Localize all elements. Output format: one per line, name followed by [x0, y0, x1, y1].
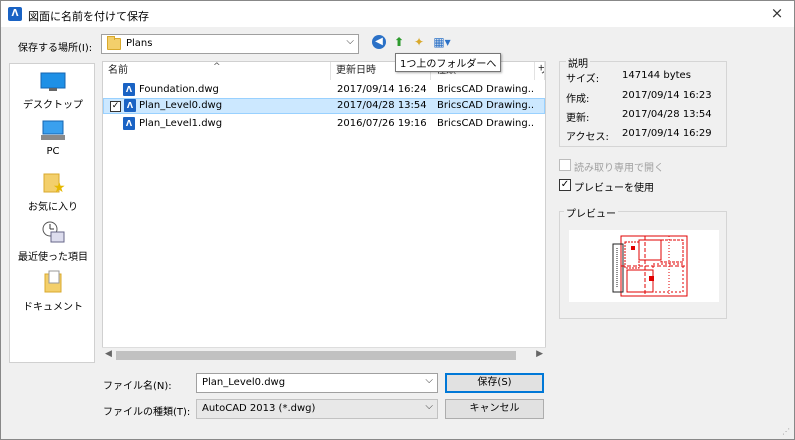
- view-menu-icon[interactable]: ▦▾: [431, 34, 453, 50]
- file-name: Plan_Level1.dwg: [139, 118, 223, 129]
- place-desktop[interactable]: デスクトップ: [10, 72, 96, 111]
- use-preview-label: プレビューを使用: [574, 183, 654, 194]
- up-folder-icon[interactable]: ⬆: [391, 34, 407, 50]
- row-checkbox[interactable]: ✓: [110, 101, 121, 112]
- file-name: Foundation.dwg: [139, 84, 219, 95]
- file-list[interactable]: 名前 ^ 更新日時 種類 サ ᐱ Foundation.dwg 2017/09/…: [102, 61, 546, 363]
- place-favorites[interactable]: ★ お気に入り: [10, 170, 96, 213]
- place-label: お気に入り: [28, 202, 78, 213]
- info-group: 説明 サイズ: 147144 bytes 作成: 2017/09/14 16:2…: [559, 55, 727, 147]
- chevron-down-icon: ⌵: [425, 401, 433, 412]
- modified-label: 更新:: [566, 113, 590, 124]
- file-type: BricsCAD Drawing...: [437, 118, 535, 129]
- place-label: デスクトップ: [23, 100, 83, 111]
- scroll-right-icon[interactable]: ▶: [536, 349, 543, 359]
- size-label: サイズ:: [566, 74, 600, 85]
- chevron-down-icon: ⌵: [346, 36, 354, 47]
- place-documents[interactable]: ドキュメント: [10, 270, 96, 313]
- preview-group: プレビュー: [559, 205, 727, 319]
- file-name: Plan_Level0.dwg: [139, 100, 223, 111]
- tooltip: 1つ上のフォルダーへ: [395, 53, 502, 72]
- dwg-file-icon: ᐱ: [123, 83, 135, 96]
- column-header-label: 名前: [108, 65, 128, 76]
- file-date: 2017/04/28 13:54: [337, 100, 427, 111]
- resize-grip-icon[interactable]: ⋰: [782, 427, 790, 436]
- modified-value: 2017/04/28 13:54: [622, 109, 712, 120]
- location-dropdown[interactable]: Plans ⌵: [101, 34, 359, 54]
- dwg-file-icon: ᐱ: [124, 99, 136, 112]
- filetype-dropdown[interactable]: AutoCAD 2013 (*.dwg) ⌵: [196, 399, 438, 419]
- filename-label: ファイル名(N):: [103, 381, 172, 392]
- dialog-title: 図面に名前を付けて保存: [28, 10, 149, 23]
- place-pc[interactable]: PC: [10, 120, 96, 157]
- filetype-value: AutoCAD 2013 (*.dwg): [202, 403, 316, 414]
- sort-up-icon: ^: [213, 62, 221, 72]
- file-row-selected[interactable]: ✓ ᐱ Plan_Level0.dwg 2017/04/28 13:54 Bri…: [103, 98, 545, 114]
- cancel-button[interactable]: キャンセル: [445, 399, 544, 419]
- file-type: BricsCAD Drawing...: [437, 84, 535, 95]
- close-icon[interactable]: ×: [766, 3, 788, 23]
- readonly-label: 読み取り専用で開く: [574, 163, 664, 174]
- favorites-icon: ★: [43, 173, 66, 194]
- file-row[interactable]: ᐱ Foundation.dwg 2017/09/14 16:24 BricsC…: [103, 82, 545, 98]
- folder-icon: [107, 36, 121, 50]
- filetype-label: ファイルの種類(T):: [103, 407, 191, 418]
- use-preview-checkbox[interactable]: ✓: [559, 179, 571, 191]
- save-button[interactable]: 保存(S): [445, 373, 544, 393]
- scroll-left-icon[interactable]: ◀: [105, 349, 112, 359]
- access-label: アクセス:: [566, 132, 609, 143]
- file-date: 2016/07/26 19:16: [337, 118, 427, 129]
- location-label: 保存する場所(I):: [18, 43, 93, 54]
- readonly-checkbox[interactable]: [559, 159, 571, 171]
- title-bar: ᐱ 図面に名前を付けて保存 ×: [1, 1, 794, 27]
- place-label: 最近使った項目: [18, 252, 88, 263]
- save-drawing-dialog: ᐱ 図面に名前を付けて保存 × 保存する場所(I): Plans ⌵ ◀ ⬆ ✦…: [0, 0, 795, 440]
- horizontal-scrollbar[interactable]: ◀ ▶: [102, 347, 546, 363]
- places-bar: デスクトップ PC ★ お気に入り 最近使った項目 ドキュメント: [9, 63, 95, 363]
- cad-drawing-thumbnail: [612, 235, 688, 297]
- documents-icon: [44, 270, 62, 293]
- place-recent[interactable]: 最近使った項目: [10, 220, 96, 263]
- chevron-down-icon: ⌵: [425, 375, 433, 386]
- created-label: 作成:: [566, 94, 590, 105]
- desktop-icon: [40, 72, 66, 91]
- info-group-title: 説明: [566, 55, 590, 70]
- location-value: Plans: [126, 38, 153, 49]
- filename-value: Plan_Level0.dwg: [202, 377, 286, 388]
- svg-text:★: ★: [53, 180, 66, 194]
- file-row[interactable]: ᐱ Plan_Level1.dwg 2016/07/26 19:16 Brics…: [103, 116, 545, 132]
- dwg-file-icon: ᐱ: [123, 117, 135, 130]
- bricscad-app-icon: ᐱ: [8, 7, 22, 21]
- place-label: PC: [46, 146, 60, 157]
- file-date: 2017/09/14 16:24: [337, 84, 427, 95]
- pc-icon: [41, 120, 65, 140]
- size-value: 147144 bytes: [622, 70, 691, 81]
- back-icon[interactable]: ◀: [372, 35, 386, 49]
- drawing-preview-image: [569, 230, 719, 302]
- recent-icon: [42, 221, 65, 243]
- access-value: 2017/09/14 16:29: [622, 128, 712, 139]
- preview-group-title: プレビュー: [564, 205, 618, 220]
- created-value: 2017/09/14 16:23: [622, 90, 712, 101]
- new-folder-icon[interactable]: ✦: [411, 34, 427, 50]
- scrollbar-thumb[interactable]: [116, 351, 516, 360]
- filename-input[interactable]: Plan_Level0.dwg ⌵: [196, 373, 438, 393]
- file-type: BricsCAD Drawing...: [437, 100, 535, 111]
- column-header-size[interactable]: サ: [535, 62, 545, 80]
- column-header-name[interactable]: 名前 ^: [103, 62, 331, 80]
- place-label: ドキュメント: [23, 302, 83, 313]
